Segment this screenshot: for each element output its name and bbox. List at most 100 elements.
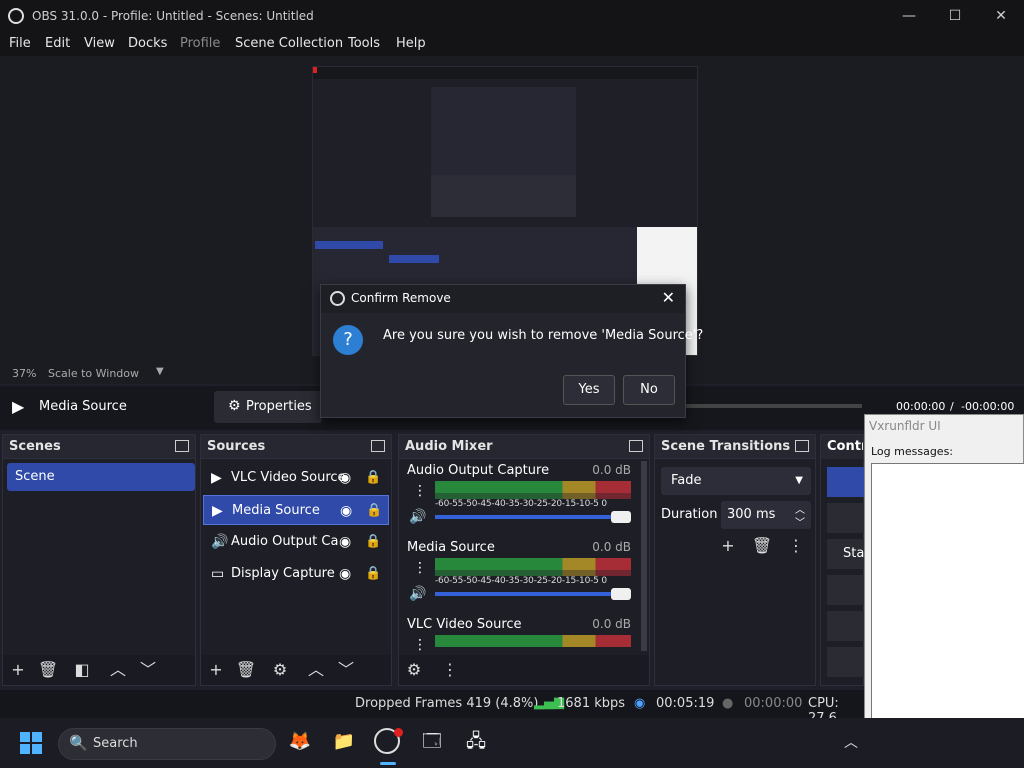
add-scene-button[interactable]: + xyxy=(7,659,29,681)
settings-button[interactable] xyxy=(827,611,865,641)
move-down-button[interactable]: ﹀ xyxy=(335,659,357,681)
float-dock-icon[interactable] xyxy=(371,440,385,452)
question-icon: ? xyxy=(333,325,363,355)
firefox-icon[interactable]: 🦊 xyxy=(286,728,314,756)
play-icon[interactable]: ▶ xyxy=(12,397,24,416)
lock-icon[interactable]: 🔒 xyxy=(365,527,381,557)
start-streaming-button[interactable] xyxy=(827,467,865,497)
title-bar: OBS 31.0.0 - Profile: Untitled - Scenes:… xyxy=(0,0,1024,32)
app-window-icon[interactable]: 🗔 xyxy=(418,728,446,756)
source-item[interactable]: ▭ Display Capture ◉ 🔒 xyxy=(203,559,389,589)
yes-button[interactable]: Yes xyxy=(563,375,615,405)
source-item-selected[interactable]: ▶ Media Source ◉ 🔒 xyxy=(203,495,389,525)
monitor-icon: ▭ xyxy=(211,566,225,582)
lock-icon[interactable]: 🔒 xyxy=(366,496,382,526)
taskbar-search[interactable]: 🔍 Search xyxy=(58,728,276,760)
sources-title: Sources xyxy=(207,439,266,454)
sources-dock: Sources ▶ VLC Video Source ◉ 🔒 ▶ Media Sour… xyxy=(200,434,392,686)
transition-select[interactable]: Fade ▼ xyxy=(661,467,811,495)
obs-logo-icon xyxy=(330,291,345,306)
controls-title: Controls xyxy=(827,439,863,454)
speaker-icon[interactable]: 🔊 xyxy=(409,509,426,525)
confirm-remove-dialog: Confirm Remove ✕ ? Are you sure you wish… xyxy=(320,284,703,418)
bitrate: 1681 kbps xyxy=(557,696,626,711)
chevron-up-icon[interactable]: ︿ xyxy=(844,732,858,752)
remove-scene-button[interactable]: 🗑 xyxy=(37,659,59,681)
source-item[interactable]: 🔊Audio Output Capture ◉🔒 xyxy=(203,527,389,557)
more-vertical-icon[interactable]: ⋮ xyxy=(413,560,427,576)
add-source-button[interactable]: + xyxy=(205,659,227,681)
stream-icon: ◉ xyxy=(634,696,646,711)
source-properties-button[interactable]: ⚙ xyxy=(269,659,291,681)
dialog-title: Confirm Remove xyxy=(351,291,451,305)
remove-source-button[interactable]: 🗑 xyxy=(235,659,257,681)
scene-filters-button[interactable]: ◧ xyxy=(71,659,93,681)
eye-icon[interactable]: ◉ xyxy=(339,463,351,493)
source-item[interactable]: ▶ VLC Video Source ◉ 🔒 xyxy=(203,463,389,493)
network-app-icon[interactable]: 🖧 xyxy=(462,728,490,756)
scene-transitions-title: Scene Transitions xyxy=(661,439,791,454)
scene-item[interactable]: Scene xyxy=(7,463,195,491)
scale-dropdown-icon[interactable]: ▼ xyxy=(156,366,164,377)
float-dock-icon[interactable] xyxy=(795,440,809,452)
file-explorer-icon[interactable]: 📁 xyxy=(330,728,358,756)
more-vertical-icon[interactable]: ⋮ xyxy=(413,483,427,499)
menu-help[interactable]: Help xyxy=(396,36,426,51)
more-vertical-icon[interactable]: ⋮ xyxy=(785,535,807,557)
speaker-icon: 🔊 xyxy=(211,534,229,550)
zoom-level: 37% xyxy=(12,367,37,380)
menu-file[interactable]: File xyxy=(9,36,31,51)
close-icon[interactable]: ✕ xyxy=(662,288,675,307)
start-recording-button[interactable] xyxy=(827,503,865,533)
remove-transition-button[interactable]: 🗑 xyxy=(751,535,773,557)
lock-icon[interactable]: 🔒 xyxy=(365,559,381,589)
volume-meter xyxy=(435,635,631,647)
eye-icon[interactable]: ◉ xyxy=(339,559,351,589)
gear-icon: ⚙ xyxy=(228,398,241,414)
close-window-button[interactable]: ✕ xyxy=(978,0,1024,32)
menu-edit[interactable]: Edit xyxy=(45,36,70,51)
menu-scene-collection[interactable]: Scene Collection xyxy=(235,36,343,51)
add-transition-button[interactable]: + xyxy=(717,535,739,557)
mixer-scrollbar[interactable] xyxy=(641,461,647,651)
media-source-name: Media Source xyxy=(39,399,127,414)
properties-button[interactable]: ⚙ Properties xyxy=(214,391,322,423)
menu-profile[interactable]: Profile xyxy=(180,36,220,51)
status-bar: Dropped Frames 419 (4.8%) ▂▄▆ 1681 kbps … xyxy=(0,690,864,726)
windows-start-icon[interactable] xyxy=(20,732,42,754)
lock-icon[interactable]: 🔒 xyxy=(365,463,381,493)
spin-down-icon[interactable]: ﹀ xyxy=(795,514,805,529)
minimize-button[interactable]: — xyxy=(886,0,932,32)
window-title: OBS 31.0.0 - Profile: Untitled - Scenes:… xyxy=(32,9,314,23)
dropped-frames: Dropped Frames 419 (4.8%) xyxy=(355,696,539,711)
start-virtual-camera-button[interactable]: Sta xyxy=(827,539,865,569)
eye-icon[interactable]: ◉ xyxy=(339,527,351,557)
float-dock-icon[interactable] xyxy=(175,440,189,452)
move-up-button[interactable]: ︿ xyxy=(107,659,129,681)
volume-meter xyxy=(435,481,631,493)
maximize-button[interactable]: ☐ xyxy=(932,0,978,32)
exit-button[interactable] xyxy=(827,647,865,677)
menu-docks[interactable]: Docks xyxy=(128,36,167,51)
speaker-icon[interactable]: 🔊 xyxy=(409,586,426,602)
no-button[interactable]: No xyxy=(623,375,675,405)
menu-bar: File Edit View Docks Profile Scene Colle… xyxy=(0,32,1024,56)
volume-meter xyxy=(435,558,631,570)
seek-bar[interactable] xyxy=(686,404,862,408)
studio-mode-button[interactable] xyxy=(827,575,865,605)
menu-view[interactable]: View xyxy=(84,36,115,51)
more-vertical-icon[interactable]: ⋮ xyxy=(413,637,427,653)
volume-slider[interactable] xyxy=(435,588,631,600)
move-up-button[interactable]: ︿ xyxy=(305,659,327,681)
scene-transitions-dock: Scene Transitions Fade ▼ Duration 300 ms… xyxy=(654,434,816,686)
float-dock-icon[interactable] xyxy=(629,440,643,452)
move-down-button[interactable]: ﹀ xyxy=(137,659,159,681)
duration-input[interactable]: 300 ms ︿ ﹀ xyxy=(721,501,811,529)
menu-tools[interactable]: Tools xyxy=(348,36,380,51)
more-vertical-icon[interactable]: ⋮ xyxy=(439,659,461,681)
eye-icon[interactable]: ◉ xyxy=(340,496,352,526)
volume-slider[interactable] xyxy=(435,511,631,523)
advanced-audio-settings-icon[interactable]: ⚙ xyxy=(403,659,425,681)
scale-mode-select[interactable]: Scale to Window xyxy=(48,367,139,380)
vxrunfldr-window: Vxrunfldr UI Log messages: xyxy=(864,414,1024,768)
